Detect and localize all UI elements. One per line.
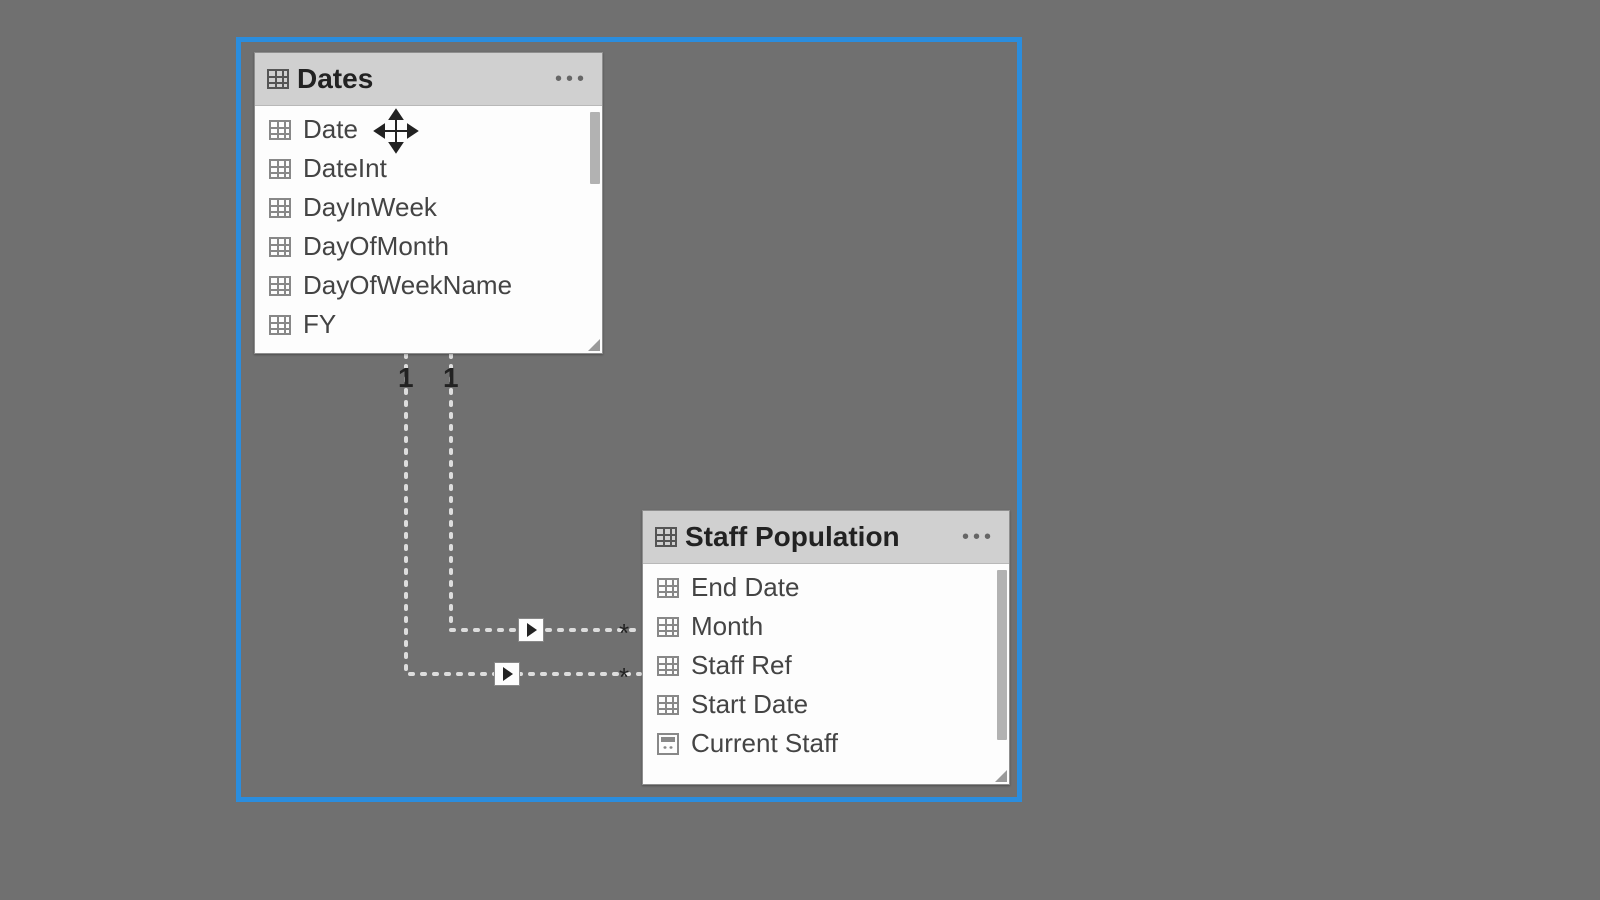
model-canvas[interactable]: 1 1 * * Dates ••• Date DateInt DayInWeek (0, 0, 1600, 900)
field-list: End Date Month Staff Ref Start Date Curr… (643, 564, 1009, 781)
cardinality-one: 1 (398, 362, 414, 394)
field-row-dayofmonth[interactable]: DayOfMonth (255, 227, 602, 266)
column-icon (269, 198, 291, 218)
field-label: Month (691, 611, 763, 642)
relationship-direction-icon[interactable] (494, 662, 520, 686)
field-row-dateint[interactable]: DateInt (255, 149, 602, 188)
table-card-staff-population[interactable]: Staff Population ••• End Date Month Staf… (642, 510, 1010, 785)
more-options-icon[interactable]: ••• (962, 526, 997, 549)
field-label: DayOfWeekName (303, 270, 512, 301)
field-label: DayInWeek (303, 192, 437, 223)
scrollbar-thumb[interactable] (997, 570, 1007, 740)
field-label: DayOfMonth (303, 231, 449, 262)
resize-handle[interactable] (993, 768, 1007, 782)
relationship-direction-icon[interactable] (518, 618, 544, 642)
field-row-start-date[interactable]: Start Date (643, 685, 1009, 724)
field-label: Start Date (691, 689, 808, 720)
field-label: DateInt (303, 153, 387, 184)
cardinality-one: 1 (443, 362, 459, 394)
cardinality-many: * (619, 618, 629, 649)
field-row-month[interactable]: Month (643, 607, 1009, 646)
field-row-date[interactable]: Date (255, 110, 602, 149)
field-label: Staff Ref (691, 650, 792, 681)
column-icon (269, 276, 291, 296)
field-label: FY (303, 309, 336, 340)
table-card-dates[interactable]: Dates ••• Date DateInt DayInWeek DayOfMo… (254, 52, 603, 354)
cardinality-many: * (619, 662, 629, 693)
scrollbar-thumb[interactable] (590, 112, 600, 184)
field-list: Date DateInt DayInWeek DayOfMonth DayOfW… (255, 106, 602, 350)
field-label: Date (303, 114, 358, 145)
field-row-staff-ref[interactable]: Staff Ref (643, 646, 1009, 685)
column-icon (269, 237, 291, 257)
field-row-dayofweekname[interactable]: DayOfWeekName (255, 266, 602, 305)
table-title: Staff Population (685, 521, 962, 553)
more-options-icon[interactable]: ••• (555, 68, 590, 91)
column-icon (657, 617, 679, 637)
column-icon (657, 695, 679, 715)
field-row-fy[interactable]: FY (255, 305, 602, 344)
table-header[interactable]: Staff Population ••• (643, 511, 1009, 564)
table-icon (267, 69, 289, 89)
measure-icon (657, 733, 679, 755)
column-icon (269, 120, 291, 140)
column-icon (657, 578, 679, 598)
table-header[interactable]: Dates ••• (255, 53, 602, 106)
field-row-end-date[interactable]: End Date (643, 568, 1009, 607)
table-title: Dates (297, 63, 555, 95)
column-icon (269, 159, 291, 179)
field-label: End Date (691, 572, 799, 603)
resize-handle[interactable] (586, 337, 600, 351)
field-label: Current Staff (691, 728, 838, 759)
field-row-current-staff[interactable]: Current Staff (643, 724, 1009, 763)
column-icon (657, 656, 679, 676)
column-icon (269, 315, 291, 335)
field-row-dayinweek[interactable]: DayInWeek (255, 188, 602, 227)
table-icon (655, 527, 677, 547)
